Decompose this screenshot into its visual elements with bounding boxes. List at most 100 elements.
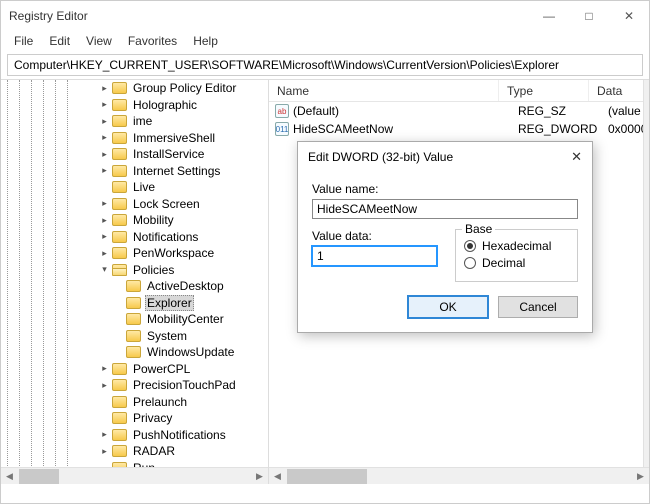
tree-node-label: Internet Settings	[131, 164, 222, 178]
binary-value-icon: 011	[275, 122, 289, 136]
vertical-scrollbar-gutter	[643, 80, 649, 467]
registry-tree[interactable]: ▸ Group Policy Editor ▸ Holographic ▸ ime ▸ Imm…	[1, 80, 268, 467]
radio-dot-icon	[464, 257, 476, 269]
address-bar[interactable]: Computer\HKEY_CURRENT_USER\SOFTWARE\Micr…	[7, 54, 643, 76]
chevron-right-icon[interactable]: ▸	[99, 132, 110, 143]
tree-pane: ▸ Group Policy Editor ▸ Holographic ▸ ime ▸ Imm…	[1, 80, 269, 484]
folder-icon	[112, 214, 127, 226]
address-text: Computer\HKEY_CURRENT_USER\SOFTWARE\Micr…	[14, 58, 559, 72]
menu-favorites[interactable]: Favorites	[121, 32, 184, 50]
chevron-right-icon[interactable]: ▸	[99, 83, 110, 94]
title-bar: Registry Editor — □ ✕	[1, 1, 649, 31]
tree-node-label: Explorer	[145, 295, 194, 311]
folder-icon	[112, 165, 127, 177]
minimize-button[interactable]: —	[529, 1, 569, 31]
value-name-label: Value name:	[312, 182, 578, 196]
chevron-right-icon[interactable]: ▸	[99, 429, 110, 440]
chevron-right-icon[interactable]: ▸	[99, 149, 110, 160]
menu-edit[interactable]: Edit	[42, 32, 77, 50]
folder-icon	[112, 412, 127, 424]
folder-icon	[112, 148, 127, 160]
scroll-left-icon[interactable]: ◀	[269, 468, 286, 485]
value-row[interactable]: 011HideSCAMeetNowREG_DWORD0x00000000	[269, 120, 649, 138]
maximize-button[interactable]: □	[569, 1, 609, 31]
folder-icon	[112, 99, 127, 111]
folder-icon	[112, 445, 127, 457]
tree-node-label: MobilityCenter	[145, 312, 226, 326]
chevron-right-icon[interactable]: ▸	[99, 363, 110, 374]
radio-hexadecimal[interactable]: Hexadecimal	[464, 239, 569, 253]
tree-node-label: Mobility	[131, 213, 176, 227]
tree-node-label: PrecisionTouchPad	[131, 378, 238, 392]
tree-node-label: Notifications	[131, 230, 200, 244]
tree-node-label: Prelaunch	[131, 395, 189, 409]
folder-icon	[112, 379, 127, 391]
scroll-right-icon[interactable]: ▶	[251, 468, 268, 485]
chevron-right-icon[interactable]: ▸	[99, 99, 110, 110]
scroll-thumb[interactable]	[287, 469, 367, 484]
tree-node-label: Policies	[131, 263, 176, 277]
chevron-down-icon[interactable]: ▾	[99, 264, 110, 275]
value-name: (Default)	[293, 104, 518, 118]
menu-bar: File Edit View Favorites Help	[1, 31, 649, 51]
value-type: REG_DWORD	[518, 122, 608, 136]
chevron-right-icon[interactable]: ▸	[99, 215, 110, 226]
column-headers[interactable]: Name Type Data	[269, 80, 649, 102]
tree-node-label: Live	[131, 180, 157, 194]
tree-horizontal-scrollbar[interactable]: ◀ ▶	[1, 467, 268, 484]
edit-dword-dialog: Edit DWORD (32-bit) Value ✕ Value name: …	[297, 141, 593, 333]
scroll-thumb[interactable]	[19, 469, 59, 484]
radio-decimal[interactable]: Decimal	[464, 256, 569, 270]
menu-help[interactable]: Help	[186, 32, 225, 50]
radio-dec-label: Decimal	[482, 256, 525, 270]
column-data[interactable]: Data	[589, 80, 649, 101]
chevron-right-icon[interactable]: ▸	[99, 165, 110, 176]
radio-hex-label: Hexadecimal	[482, 239, 551, 253]
value-name-input[interactable]	[312, 199, 578, 219]
chevron-right-icon[interactable]: ▸	[99, 380, 110, 391]
tree-node-label: ImmersiveShell	[131, 131, 217, 145]
chevron-right-icon[interactable]: ▸	[99, 116, 110, 127]
folder-icon	[126, 280, 141, 292]
column-name[interactable]: Name	[269, 80, 499, 101]
tree-node-label: ime	[131, 114, 154, 128]
close-button[interactable]: ✕	[609, 1, 649, 31]
dialog-close-icon[interactable]: ✕	[558, 149, 582, 165]
column-type[interactable]: Type	[499, 80, 589, 101]
tree-node-label: Lock Screen	[131, 197, 202, 211]
tree-node-label: Group Policy Editor	[131, 81, 238, 95]
folder-icon	[112, 429, 127, 441]
radio-dot-icon	[464, 240, 476, 252]
tree-node-label: Run	[131, 461, 157, 467]
tree-spacer	[113, 281, 124, 292]
chevron-right-icon[interactable]: ▸	[99, 446, 110, 457]
folder-icon	[112, 132, 127, 144]
tree-node-label: Privacy	[131, 411, 174, 425]
value-data-input[interactable]	[312, 246, 437, 266]
chevron-right-icon[interactable]: ▸	[99, 248, 110, 259]
dialog-title: Edit DWORD (32-bit) Value	[308, 150, 558, 164]
folder-icon	[112, 181, 127, 193]
tree-spacer	[113, 314, 124, 325]
folder-icon	[126, 297, 141, 309]
chevron-right-icon[interactable]: ▸	[99, 198, 110, 209]
ok-button[interactable]: OK	[408, 296, 488, 318]
chevron-right-icon[interactable]: ▸	[99, 231, 110, 242]
cancel-button[interactable]: Cancel	[498, 296, 578, 318]
folder-icon	[112, 247, 127, 259]
folder-icon	[112, 198, 127, 210]
menu-view[interactable]: View	[79, 32, 119, 50]
value-row[interactable]: ab(Default)REG_SZ(value not s	[269, 102, 649, 120]
menu-file[interactable]: File	[7, 32, 40, 50]
folder-icon	[112, 82, 127, 94]
tree-spacer	[99, 182, 110, 193]
scroll-right-icon[interactable]: ▶	[632, 468, 649, 485]
scroll-left-icon[interactable]: ◀	[1, 468, 18, 485]
folder-icon	[126, 313, 141, 325]
value-data-label: Value data:	[312, 229, 437, 243]
tree-node-label: Holographic	[131, 98, 199, 112]
base-group: Base Hexadecimal Decimal	[455, 229, 578, 282]
folder-icon	[112, 264, 127, 276]
tree-spacer	[113, 297, 124, 308]
values-horizontal-scrollbar[interactable]: ◀ ▶	[269, 467, 649, 484]
